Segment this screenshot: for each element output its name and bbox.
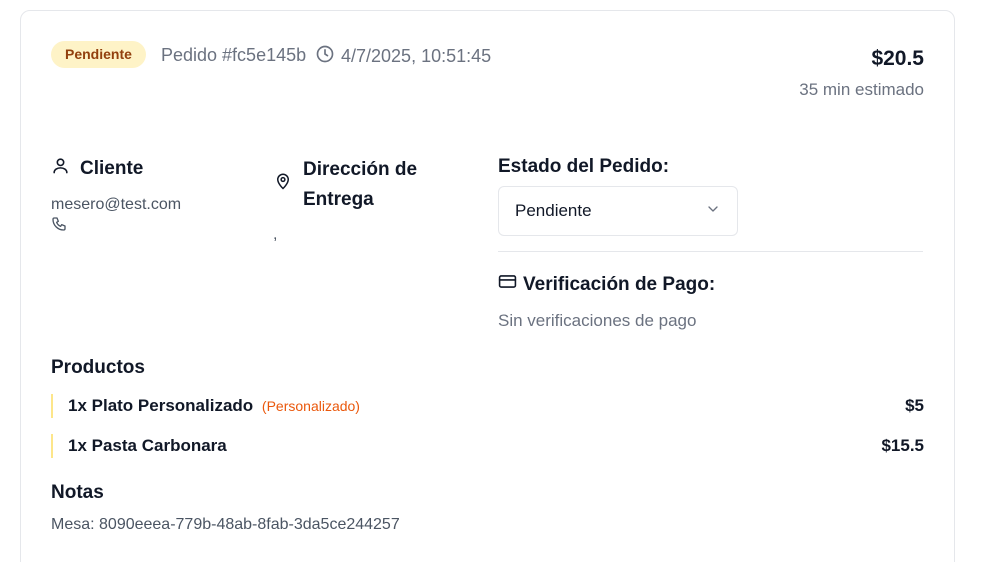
- payment-empty-text: Sin verificaciones de pago: [498, 311, 697, 330]
- order-total: $20.5: [871, 47, 924, 70]
- status-badge: Pendiente: [51, 41, 146, 68]
- payment-heading: Verificación de Pago:: [498, 272, 715, 297]
- divider: [498, 251, 923, 252]
- product-name: 1x Plato Personalizado (Personalizado): [68, 396, 360, 416]
- order-status-select[interactable]: Pendiente: [498, 186, 738, 236]
- products-title: Productos: [51, 357, 145, 378]
- order-id: Pedido #fc5e145b: [161, 45, 307, 65]
- map-pin-icon: [274, 172, 292, 195]
- order-status-label: Estado del Pedido:: [498, 156, 670, 177]
- product-price: $5: [905, 396, 924, 415]
- credit-card-icon: [498, 272, 517, 297]
- user-icon: [51, 156, 70, 181]
- clock-icon: [315, 44, 335, 69]
- client-email: mesero@test.com: [51, 196, 182, 213]
- client-heading: Cliente: [51, 156, 143, 181]
- order-timestamp: 4/7/2025, 10:51:45: [315, 44, 491, 69]
- product-tag: (Personalizado): [261, 398, 360, 414]
- order-status-value: Pendiente: [515, 201, 592, 220]
- product-name-text: 1x Plato Personalizado: [68, 396, 254, 415]
- product-name-text: 1x Pasta Carbonara: [68, 436, 227, 455]
- product-price: $15.5: [881, 436, 924, 455]
- notes-title: Notas: [51, 482, 104, 503]
- timestamp-text: 4/7/2025, 10:51:45: [341, 46, 492, 66]
- product-row: 1x Pasta Carbonara $15.5: [51, 434, 924, 458]
- product-name: 1x Pasta Carbonara: [68, 436, 227, 456]
- estimated-time: 35 min estimado: [799, 80, 924, 99]
- phone-icon: [51, 216, 67, 237]
- notes-text: Mesa: 8090eeea-779b-48ab-8fab-3da5ce2442…: [51, 516, 400, 533]
- client-title: Cliente: [80, 157, 144, 179]
- address-title: Dirección de Entrega: [303, 159, 418, 210]
- chevron-down-icon: [705, 201, 721, 222]
- payment-title: Verificación de Pago:: [523, 273, 716, 295]
- address-text: ,: [273, 226, 278, 243]
- product-row: 1x Plato Personalizado (Personalizado) $…: [51, 394, 924, 418]
